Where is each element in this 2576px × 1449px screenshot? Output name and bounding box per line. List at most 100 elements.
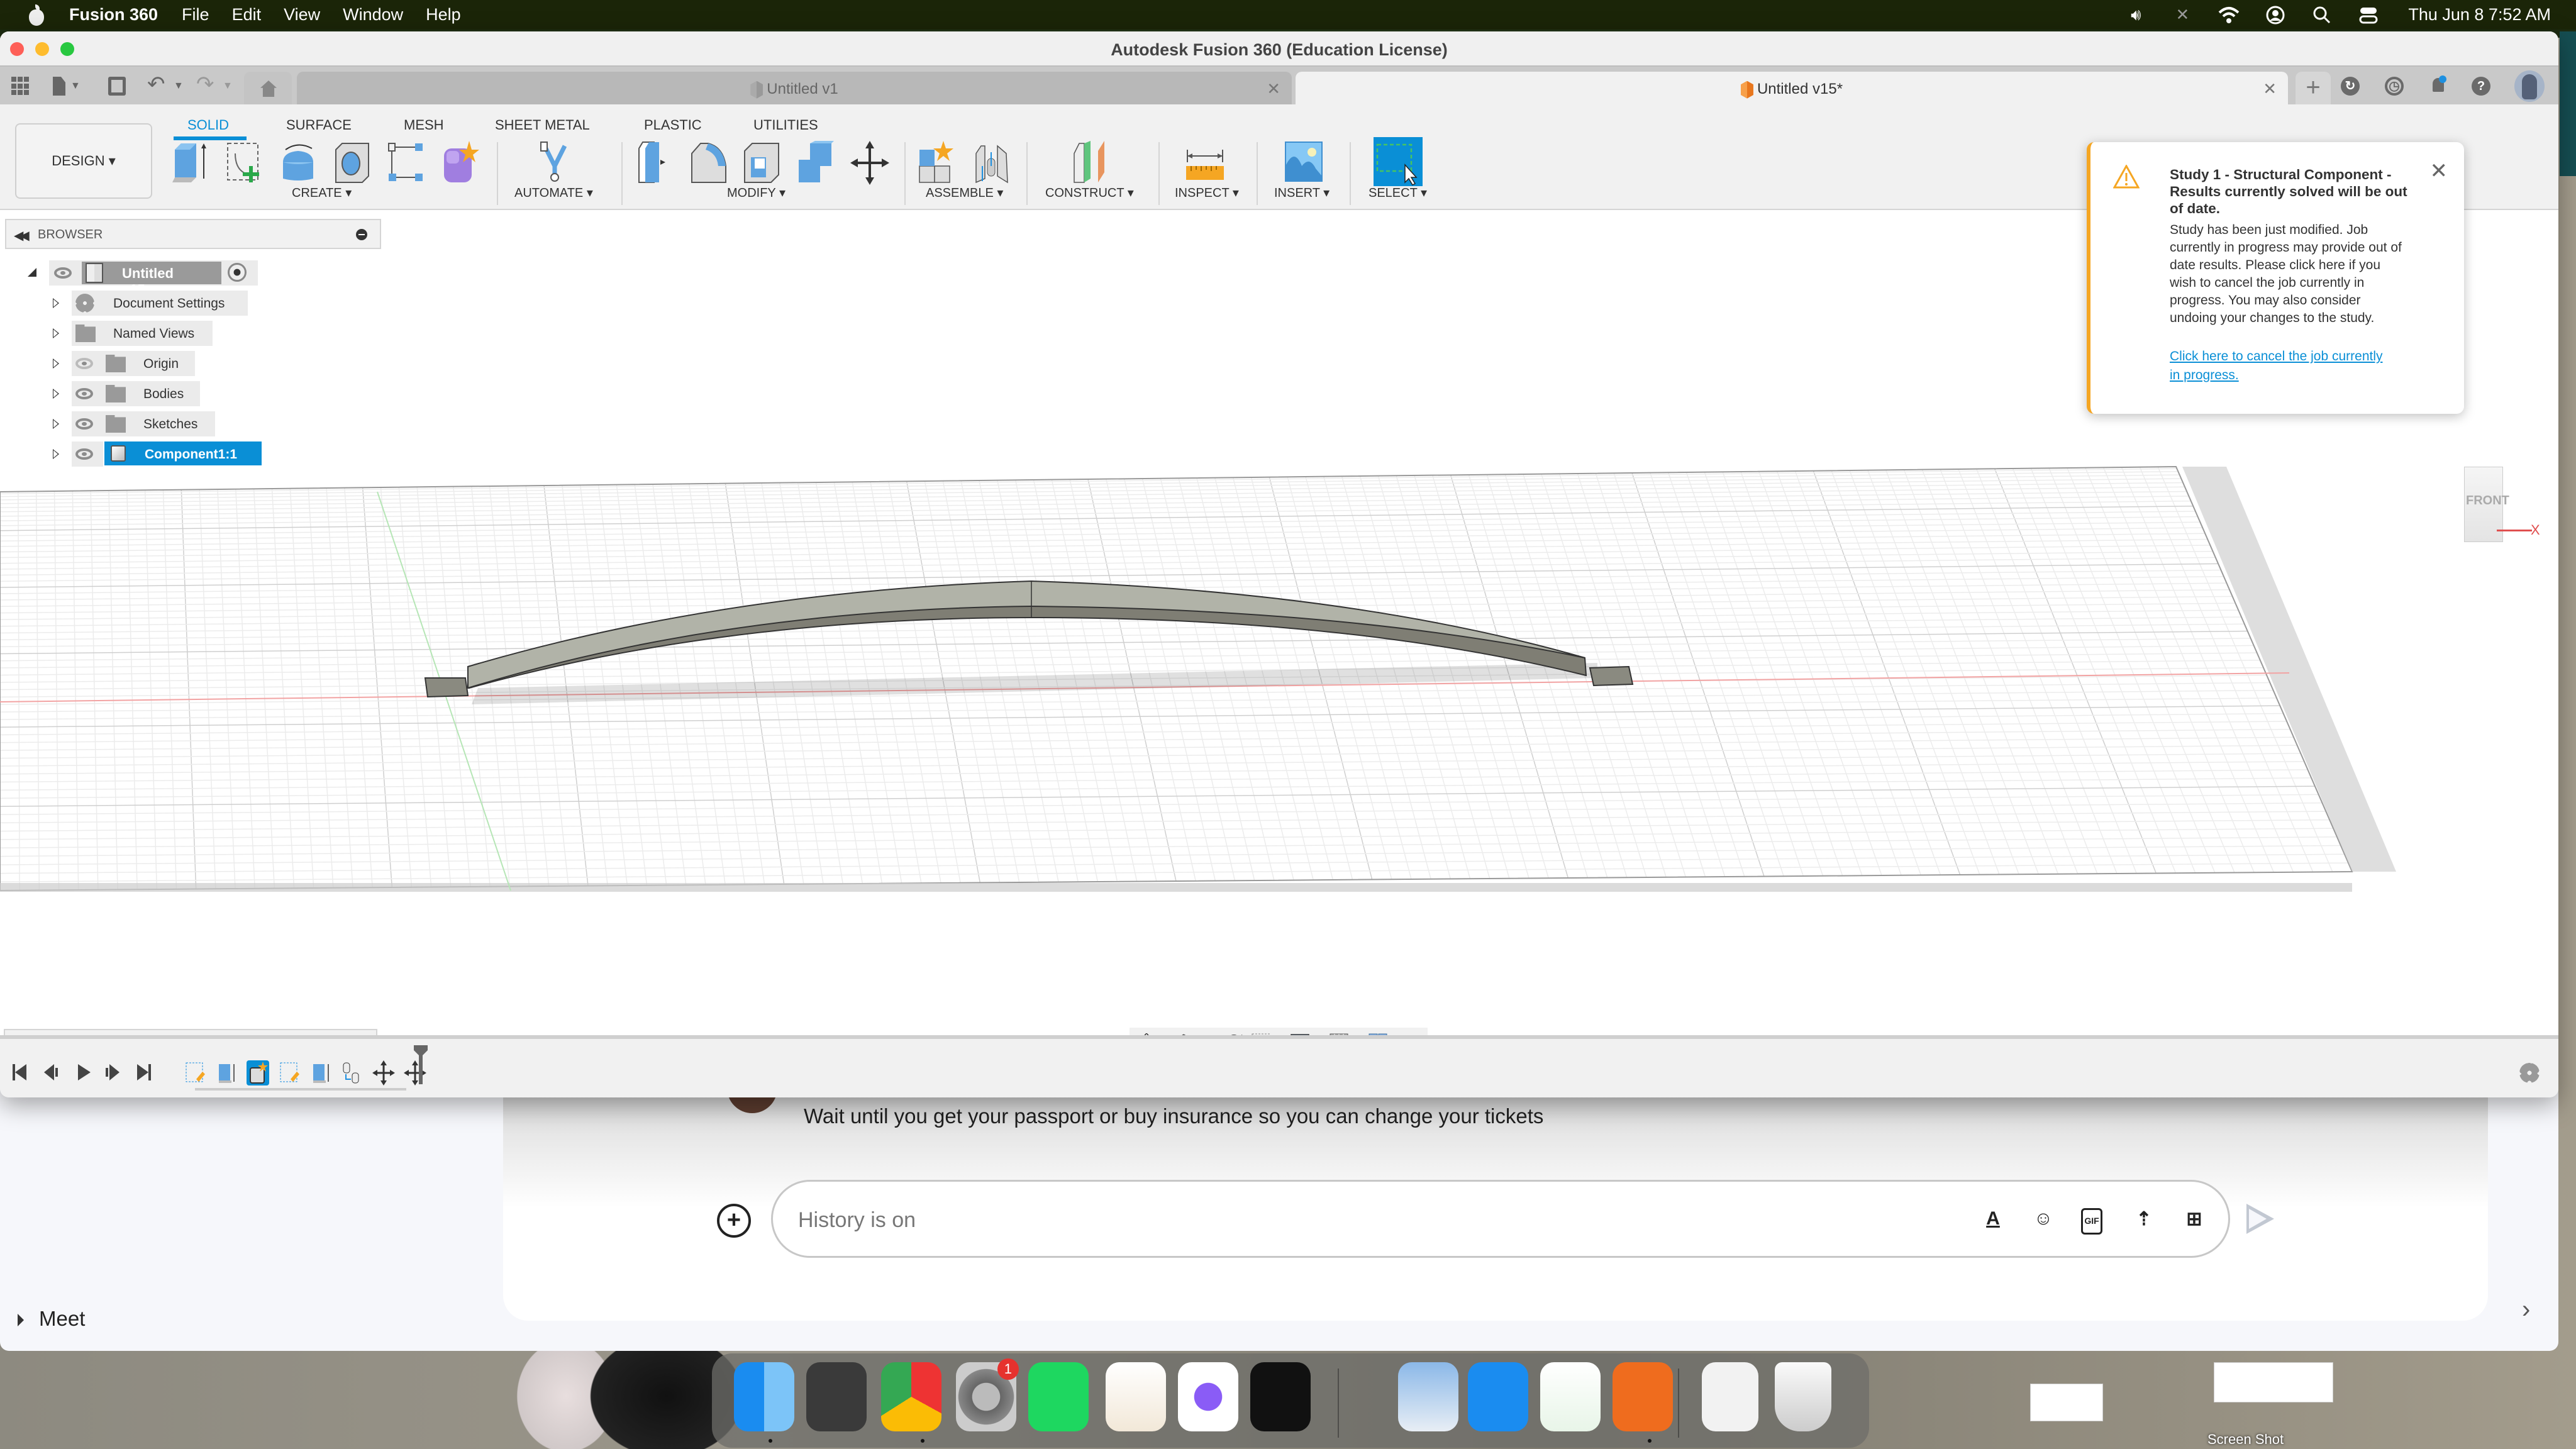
insert-image-tool[interactable]	[1284, 141, 1323, 185]
timeline-feature-extrude[interactable]	[309, 1060, 332, 1085]
inspect-group-label[interactable]: INSPECT ▾	[1175, 185, 1239, 201]
pages-icon[interactable]	[1105, 1362, 1166, 1431]
go-to-start-icon[interactable]	[13, 1063, 28, 1082]
tab-sheet-metal[interactable]: SHEET METAL	[495, 117, 590, 133]
browser-panel-header[interactable]: ◀◀ BROWSER	[5, 219, 381, 249]
chevron-right-icon[interactable]: ›	[2522, 1296, 2530, 1324]
timeline-feature-sketch[interactable]	[184, 1060, 206, 1085]
construct-group-label[interactable]: CONSTRUCT ▾	[1045, 185, 1134, 201]
volume-icon[interactable]: 🔊︎	[2125, 5, 2146, 25]
joint-tool[interactable]	[972, 141, 1011, 185]
pattern-tool[interactable]	[387, 141, 426, 185]
document-tab-untitled-v1[interactable]: Untitled v1 ✕	[297, 72, 1292, 104]
numbers-icon[interactable]	[1540, 1362, 1601, 1431]
chat-add-button[interactable]: +	[717, 1204, 751, 1238]
trash-icon[interactable]	[1774, 1362, 1831, 1431]
modify-group-label[interactable]: MODIFY ▾	[727, 185, 786, 201]
timeline-feature-copy-bodies[interactable]	[341, 1060, 364, 1085]
redo-icon[interactable]: ↷	[196, 72, 214, 96]
menu-view[interactable]: View	[284, 5, 320, 25]
timeline-marker[interactable]	[414, 1045, 428, 1084]
desktop-file-label[interactable]: Screen Shot	[2207, 1431, 2284, 1448]
spotlight-search-icon[interactable]	[2311, 6, 2333, 25]
visibility-eye-icon[interactable]	[75, 388, 93, 399]
move-copy-tool[interactable]	[850, 141, 889, 185]
assemble-group-label[interactable]: ASSEMBLE ▾	[926, 185, 1003, 201]
timeline-feature-move[interactable]	[372, 1060, 395, 1085]
select-tool[interactable]	[1374, 137, 1423, 186]
step-forward-icon[interactable]	[106, 1063, 121, 1082]
undo-dropdown-icon[interactable]: ▼	[174, 80, 184, 99]
video-meeting-icon[interactable]: ⊞	[2182, 1208, 2207, 1235]
send-button[interactable]	[2246, 1204, 2274, 1234]
imovie-icon[interactable]	[1178, 1362, 1239, 1431]
pin-panel-icon[interactable]	[356, 229, 367, 240]
measure-tool[interactable]	[1186, 141, 1225, 185]
create-sketch-tool[interactable]	[225, 141, 264, 185]
timeline-feature-sketch[interactable]	[278, 1060, 301, 1085]
format-text-icon[interactable]: A	[1980, 1208, 2006, 1235]
cancel-job-link[interactable]: Click here to cancel the job currently i…	[2170, 347, 2396, 385]
create-group-label[interactable]: CREATE ▾	[292, 185, 352, 201]
emoji-icon[interactable]: ☺	[2031, 1208, 2056, 1235]
file-dropdown-icon[interactable]: ▼	[70, 80, 80, 99]
menu-window[interactable]: Window	[343, 5, 403, 25]
wifi-icon[interactable]	[2218, 6, 2240, 25]
close-tab-icon[interactable]: ✕	[1267, 79, 1280, 99]
file-menu-icon[interactable]	[53, 77, 65, 96]
collapse-panel-icon[interactable]: ◀◀	[14, 228, 30, 243]
fillet-tool[interactable]	[689, 141, 728, 185]
downloads-stack-icon[interactable]	[1702, 1362, 1759, 1431]
close-notification-icon[interactable]: ✕	[2430, 158, 2448, 184]
calculator-icon[interactable]	[806, 1362, 867, 1431]
visibility-eye-icon[interactable]	[75, 448, 93, 460]
tab-surface[interactable]: SURFACE	[286, 117, 352, 133]
select-group-label[interactable]: SELECT ▾	[1368, 185, 1427, 201]
extrude-tool[interactable]	[172, 141, 211, 185]
play-icon[interactable]	[77, 1063, 92, 1082]
timeline-feature-extrude[interactable]	[215, 1060, 238, 1085]
desktop-file-stack[interactable]	[2214, 1362, 2333, 1402]
shell-tool[interactable]	[742, 141, 781, 185]
app-store-icon[interactable]	[1467, 1362, 1528, 1431]
insert-group-label[interactable]: INSERT ▾	[1274, 185, 1330, 201]
expand-triangle-icon[interactable]	[53, 389, 59, 399]
gif-icon[interactable]: GIF	[2081, 1208, 2102, 1235]
home-tab[interactable]	[244, 72, 292, 104]
tab-mesh[interactable]: MESH	[404, 117, 444, 133]
user-account-icon[interactable]	[2265, 6, 2286, 25]
spotify-icon[interactable]	[1028, 1362, 1089, 1431]
tab-plastic[interactable]: PLASTIC	[644, 117, 702, 133]
expand-triangle-icon[interactable]	[53, 449, 59, 459]
workspace-switcher-button[interactable]: DESIGN ▾	[15, 123, 152, 199]
create-form-tool[interactable]	[441, 141, 480, 185]
go-to-end-icon[interactable]	[137, 1063, 152, 1082]
menu-edit[interactable]: Edit	[232, 5, 262, 25]
combine-tool[interactable]	[795, 141, 834, 185]
apple-logo-icon[interactable]	[26, 4, 47, 26]
finder-icon[interactable]	[733, 1362, 794, 1431]
automate-group-label[interactable]: AUTOMATE ▾	[514, 185, 593, 201]
tab-solid[interactable]: SOLID	[187, 117, 229, 133]
viewcube-face-label[interactable]: FRONT	[2466, 494, 2509, 508]
fusion-360-icon[interactable]	[1613, 1362, 1674, 1431]
visibility-hidden-eye-icon[interactable]	[75, 358, 93, 369]
hole-tool[interactable]	[333, 141, 372, 185]
bluetooth-off-icon[interactable]: ✕	[2172, 5, 2193, 25]
activate-radio-icon[interactable]	[228, 263, 247, 282]
tab-utilities[interactable]: UTILITIES	[753, 117, 818, 133]
save-icon[interactable]	[108, 77, 126, 96]
offset-plane-tool[interactable]	[1070, 141, 1109, 185]
job-status-clock-icon[interactable]: ◷	[2385, 77, 2404, 96]
visibility-eye-icon[interactable]	[54, 267, 72, 279]
expand-triangle-icon[interactable]	[53, 298, 59, 308]
menu-app-name[interactable]: Fusion 360	[69, 5, 158, 25]
capcut-icon[interactable]	[1250, 1362, 1311, 1431]
expand-triangle-icon[interactable]	[53, 358, 59, 369]
expand-triangle-icon[interactable]	[53, 419, 59, 429]
press-pull-tool[interactable]	[636, 141, 675, 185]
preview-icon[interactable]	[1397, 1362, 1458, 1431]
help-icon[interactable]: ?	[2472, 77, 2490, 96]
revolve-tool[interactable]	[279, 141, 318, 185]
expand-triangle-icon[interactable]	[53, 328, 59, 338]
